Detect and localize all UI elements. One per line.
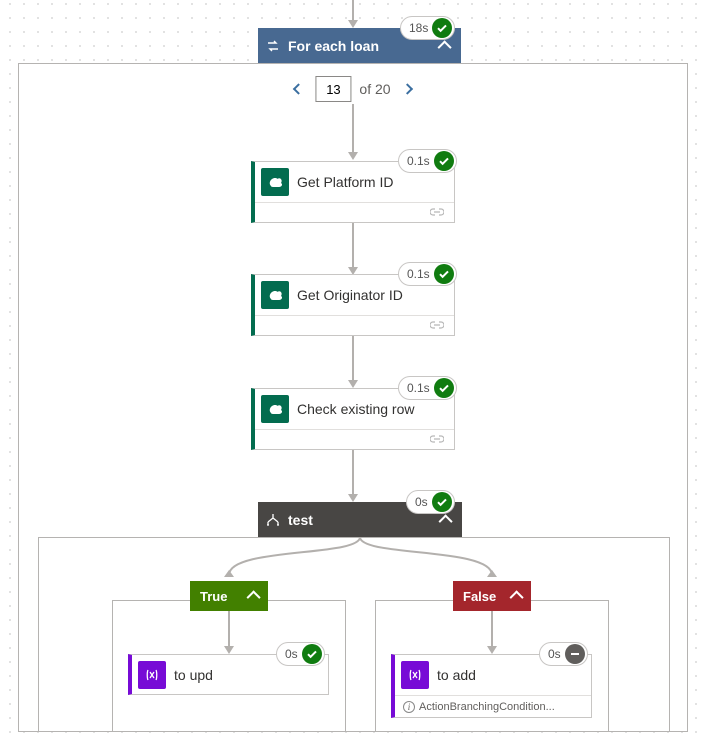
arrowhead-icon (224, 646, 234, 654)
duration-badge: 18s (400, 16, 455, 40)
action-title: Get Originator ID (297, 287, 403, 303)
duration-badge: 0.1s (398, 149, 457, 173)
duration-badge: 0s (276, 642, 325, 666)
connector (352, 450, 354, 494)
dataverse-icon (261, 168, 289, 196)
connector (352, 223, 354, 267)
arrowhead-icon (348, 20, 358, 28)
connector (491, 611, 493, 646)
badge-time: 0.1s (407, 267, 430, 281)
pager-total: of 20 (359, 81, 390, 97)
connector (352, 104, 354, 152)
duration-badge: 0s (539, 642, 588, 666)
branch-false-header[interactable]: False (453, 581, 531, 611)
action-title: Get Platform ID (297, 174, 393, 190)
pager-input[interactable] (315, 76, 351, 102)
connector (228, 611, 230, 646)
success-icon (432, 18, 452, 38)
badge-time: 0s (285, 647, 298, 661)
variable-icon (401, 661, 429, 689)
arrowhead-icon (348, 152, 358, 160)
badge-time: 18s (409, 21, 428, 35)
chevron-up-icon (510, 590, 524, 604)
collapse-button[interactable] (505, 591, 531, 601)
chevron-up-icon (438, 40, 452, 54)
duration-badge: 0.1s (398, 376, 457, 400)
pager-next-button[interactable] (399, 80, 417, 98)
badge-time: 0s (548, 647, 561, 661)
dataverse-icon (261, 281, 289, 309)
badge-time: 0.1s (407, 154, 430, 168)
action-title: to add (437, 667, 476, 683)
info-icon: i (403, 701, 415, 713)
skipped-icon (565, 644, 585, 664)
chevron-up-icon (439, 514, 453, 528)
condition-icon (258, 512, 288, 528)
branch-false-label: False (453, 589, 505, 604)
arrowhead-icon (348, 380, 358, 388)
link-icon (430, 205, 444, 221)
chevron-left-icon (293, 83, 304, 94)
link-icon (430, 432, 444, 448)
branch-connectors (38, 537, 670, 612)
connector (352, 336, 354, 380)
connector (352, 0, 354, 20)
badge-time: 0.1s (407, 381, 430, 395)
success-icon (434, 378, 454, 398)
condition-title: test (288, 512, 432, 528)
action-title: Check existing row (297, 401, 415, 417)
action-title: to upd (174, 667, 213, 683)
badge-time: 0s (415, 495, 428, 509)
arrowhead-icon (348, 494, 358, 502)
action-footer-text: ActionBranchingCondition... (419, 701, 555, 713)
branch-true-header[interactable]: True (190, 581, 268, 611)
arrowhead-icon (487, 646, 497, 654)
collapse-button[interactable] (242, 591, 268, 601)
success-icon (432, 492, 452, 512)
duration-badge: 0s (406, 490, 455, 514)
success-icon (302, 644, 322, 664)
pager-prev-button[interactable] (289, 80, 307, 98)
chevron-right-icon (402, 83, 413, 94)
success-icon (434, 151, 454, 171)
iteration-pager: of 20 (289, 76, 416, 102)
link-icon (430, 318, 444, 334)
dataverse-icon (261, 395, 289, 423)
variable-icon (138, 661, 166, 689)
flow-canvas[interactable]: 18s For each loan of 20 0.1s Get P (0, 0, 706, 733)
collapse-button[interactable] (431, 41, 461, 51)
collapse-button[interactable] (432, 515, 462, 525)
duration-badge: 0.1s (398, 262, 457, 286)
branch-true-label: True (190, 589, 242, 604)
loop-icon (258, 38, 288, 54)
success-icon (434, 264, 454, 284)
chevron-up-icon (247, 590, 261, 604)
